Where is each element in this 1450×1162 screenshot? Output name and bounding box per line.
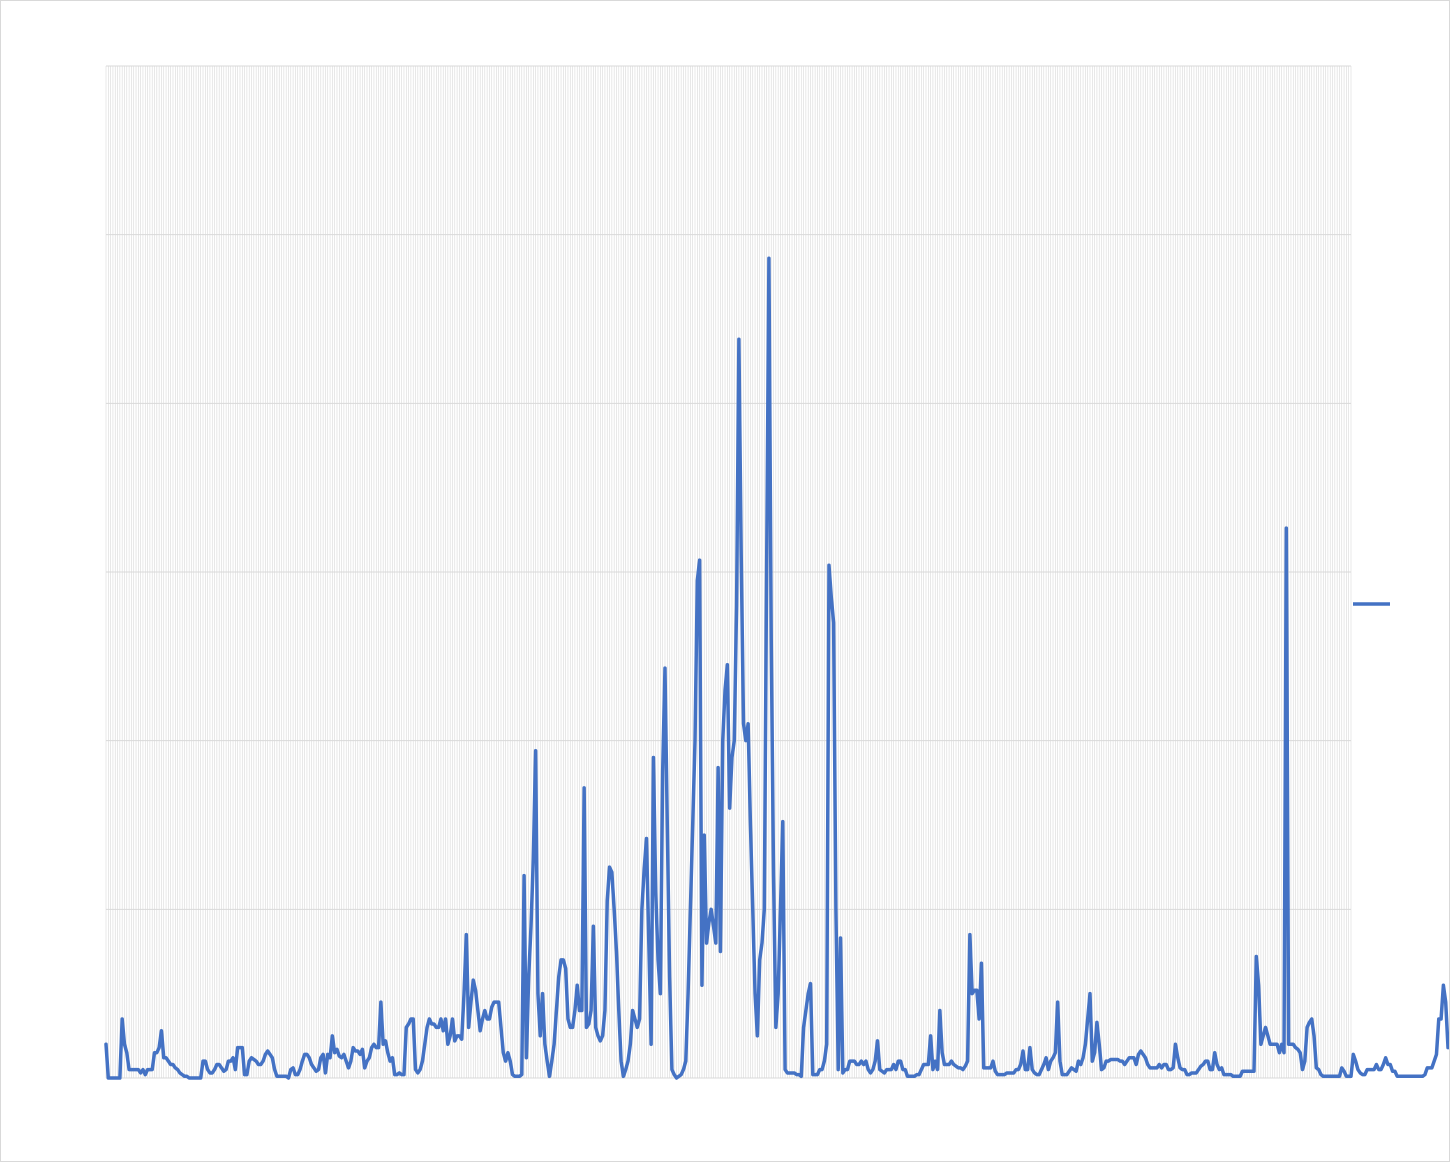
- line-chart: [104, 65, 1449, 1080]
- series-line: [104, 256, 1449, 1080]
- horizontal-gridlines: [106, 65, 1351, 1079]
- chart-frame: [0, 0, 1450, 1162]
- series-layer: [104, 256, 1449, 1080]
